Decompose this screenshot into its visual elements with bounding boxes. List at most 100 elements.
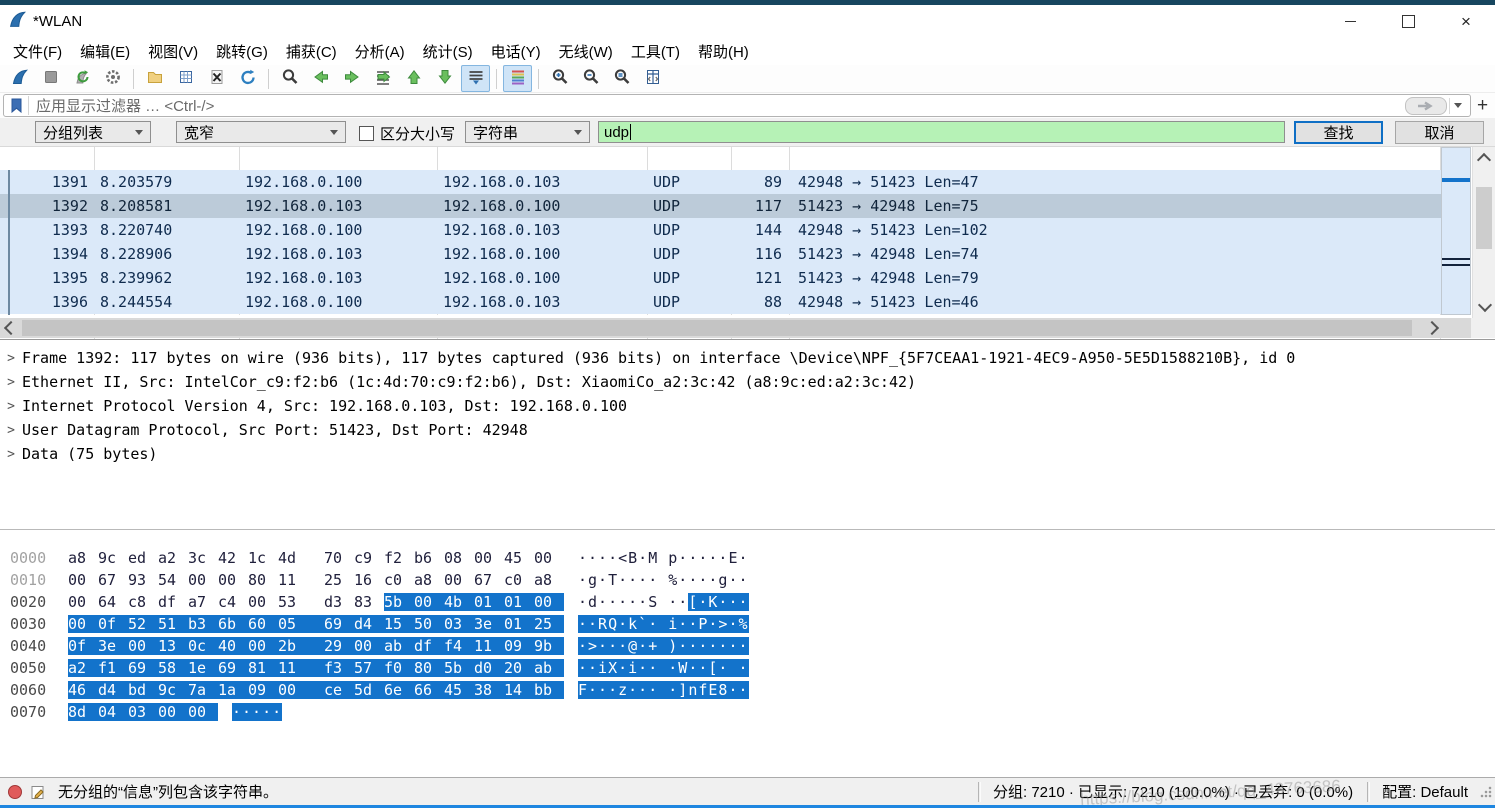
- zoom-out-button[interactable]: [576, 65, 605, 92]
- hex-byte[interactable]: 54: [158, 571, 188, 589]
- hex-byte[interactable]: bd: [128, 681, 158, 699]
- hex-byte[interactable]: 00: [68, 593, 98, 611]
- close-button[interactable]: ×: [1437, 5, 1495, 38]
- hex-byte[interactable]: a8: [414, 571, 444, 589]
- menu-item[interactable]: 视图(V): [139, 38, 207, 65]
- minimize-button[interactable]: [1321, 5, 1379, 38]
- hex-byte[interactable]: 0c: [188, 637, 218, 655]
- packet-row[interactable]: 13968.244554192.168.0.100192.168.0.103UD…: [0, 290, 1441, 314]
- packet-row[interactable]: 13958.239962192.168.0.103192.168.0.100UD…: [0, 266, 1441, 290]
- hex-byte[interactable]: 25: [534, 615, 564, 633]
- menu-item[interactable]: 编辑(E): [71, 38, 139, 65]
- expander-icon[interactable]: >: [0, 399, 22, 414]
- title-bar[interactable]: *WLAN ×: [0, 5, 1495, 38]
- horizontal-scroll-thumb[interactable]: [22, 320, 1412, 336]
- scroll-up-arrow-icon[interactable]: [1477, 153, 1491, 167]
- hex-byte[interactable]: 00: [354, 637, 384, 655]
- resize-columns-button[interactable]: [638, 65, 667, 92]
- hex-byte[interactable]: f2: [384, 549, 414, 567]
- hex-row[interactable]: 0000a89ceda23c421c4d70c9f2b608004500····…: [0, 547, 1495, 569]
- hex-byte[interactable]: b3: [188, 615, 218, 633]
- hex-byte[interactable]: bb: [534, 681, 564, 699]
- packet-details-pane[interactable]: >Frame 1392: 117 bytes on wire (936 bits…: [0, 339, 1495, 529]
- scroll-left-arrow-icon[interactable]: [0, 318, 22, 338]
- hex-byte[interactable]: 3e: [474, 615, 504, 633]
- hex-byte[interactable]: 58: [158, 659, 188, 677]
- hex-byte[interactable]: 9c: [158, 681, 188, 699]
- hex-byte[interactable]: 13: [158, 637, 188, 655]
- hex-byte[interactable]: 4b: [444, 593, 474, 611]
- hex-byte[interactable]: 69: [324, 615, 354, 633]
- hex-byte[interactable]: 09: [248, 681, 278, 699]
- menu-item[interactable]: 文件(F): [4, 38, 71, 65]
- first-packet-button[interactable]: [399, 65, 428, 92]
- packet-bytes-pane[interactable]: 0000a89ceda23c421c4d70c9f2b608004500····…: [0, 529, 1495, 777]
- hex-byte[interactable]: 00: [474, 549, 504, 567]
- colorize-toggle[interactable]: [503, 65, 532, 92]
- hex-byte[interactable]: c4: [218, 593, 248, 611]
- save-file-button[interactable]: [171, 65, 200, 92]
- hex-byte[interactable]: 00: [534, 593, 564, 611]
- hex-byte[interactable]: 00: [128, 637, 158, 655]
- hex-byte[interactable]: a2: [158, 549, 188, 567]
- hex-byte[interactable]: 81: [248, 659, 278, 677]
- goto-packet-button[interactable]: [368, 65, 397, 92]
- hex-byte[interactable]: 00: [534, 549, 564, 567]
- hex-byte[interactable]: 9b: [534, 637, 564, 655]
- hex-byte[interactable]: 5d: [354, 681, 384, 699]
- hex-byte[interactable]: d0: [474, 659, 504, 677]
- ascii-text[interactable]: ·g·T···· %····g··: [578, 571, 749, 589]
- case-sensitive-checkbox[interactable]: [359, 126, 374, 141]
- hex-byte[interactable]: 9c: [98, 549, 128, 567]
- detail-row[interactable]: >Data (75 bytes): [0, 442, 1495, 466]
- hex-row[interactable]: 001000679354000080112516c0a80067c0a8·g·T…: [0, 569, 1495, 591]
- hex-byte[interactable]: a7: [188, 593, 218, 611]
- hex-byte[interactable]: 1a: [218, 681, 248, 699]
- hex-byte[interactable]: 16: [354, 571, 384, 589]
- hex-byte[interactable]: 5b: [384, 593, 414, 611]
- scroll-down-arrow-icon[interactable]: [1478, 298, 1492, 312]
- hex-row[interactable]: 00708d04030000·····: [0, 701, 1495, 723]
- hex-byte[interactable]: 00: [158, 703, 188, 721]
- resize-grip[interactable]: [1480, 786, 1492, 798]
- vertical-scroll-thumb[interactable]: [1476, 187, 1492, 249]
- hex-byte[interactable]: 4d: [278, 549, 324, 567]
- packet-list-vertical-scrollbar[interactable]: [1472, 147, 1495, 318]
- hex-byte[interactable]: c8: [128, 593, 158, 611]
- hex-byte[interactable]: 01: [504, 593, 534, 611]
- capture-options-button[interactable]: [98, 65, 127, 92]
- hex-byte[interactable]: 3e: [98, 637, 128, 655]
- hex-byte[interactable]: 00: [248, 593, 278, 611]
- hex-byte[interactable]: 05: [278, 615, 324, 633]
- hex-byte[interactable]: 40: [218, 637, 248, 655]
- hex-byte[interactable]: 25: [324, 571, 354, 589]
- detail-row[interactable]: >Frame 1392: 117 bytes on wire (936 bits…: [0, 346, 1495, 370]
- menu-item[interactable]: 帮助(H): [689, 38, 758, 65]
- hex-byte[interactable]: 11: [278, 659, 324, 677]
- hex-byte[interactable]: 69: [128, 659, 158, 677]
- menu-item[interactable]: 统计(S): [414, 38, 482, 65]
- reload-file-button[interactable]: [233, 65, 262, 92]
- hex-byte[interactable]: 93: [128, 571, 158, 589]
- hex-byte[interactable]: a8: [534, 571, 564, 589]
- capture-comment-button[interactable]: [30, 784, 46, 800]
- hex-byte[interactable]: 0f: [98, 615, 128, 633]
- profile-label[interactable]: 配置: Default: [1382, 781, 1468, 802]
- packet-row[interactable]: 13918.203579192.168.0.100192.168.0.103UD…: [0, 170, 1441, 194]
- hex-byte[interactable]: 45: [504, 549, 534, 567]
- ascii-text[interactable]: ····<B·M p·····E·: [578, 549, 749, 567]
- ascii-text[interactable]: ·d·····S ··[·K···: [578, 593, 749, 611]
- hex-byte[interactable]: 15: [384, 615, 414, 633]
- hex-byte[interactable]: 00: [68, 615, 98, 633]
- hex-byte[interactable]: ab: [384, 637, 414, 655]
- hex-byte[interactable]: b6: [414, 549, 444, 567]
- hex-byte[interactable]: 64: [98, 593, 128, 611]
- hex-byte[interactable]: 6b: [218, 615, 248, 633]
- search-input[interactable]: udp: [598, 121, 1285, 143]
- close-file-button[interactable]: [202, 65, 231, 92]
- hex-byte[interactable]: f0: [384, 659, 414, 677]
- hex-byte[interactable]: d3: [324, 593, 354, 611]
- ascii-text[interactable]: F···z··· ·]nfE8··: [578, 681, 749, 699]
- hex-byte[interactable]: 00: [444, 571, 474, 589]
- detail-row[interactable]: >Ethernet II, Src: IntelCor_c9:f2:b6 (1c…: [0, 370, 1495, 394]
